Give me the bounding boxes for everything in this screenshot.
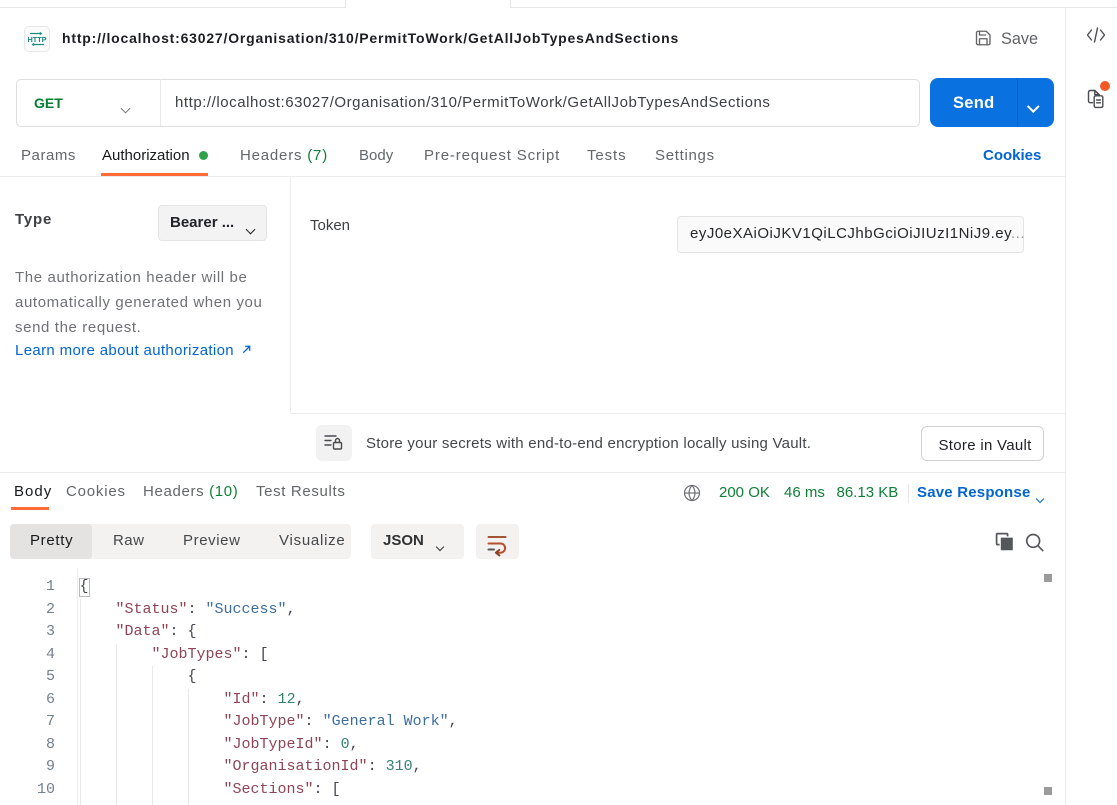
svg-text:HTTP: HTTP: [27, 35, 46, 44]
